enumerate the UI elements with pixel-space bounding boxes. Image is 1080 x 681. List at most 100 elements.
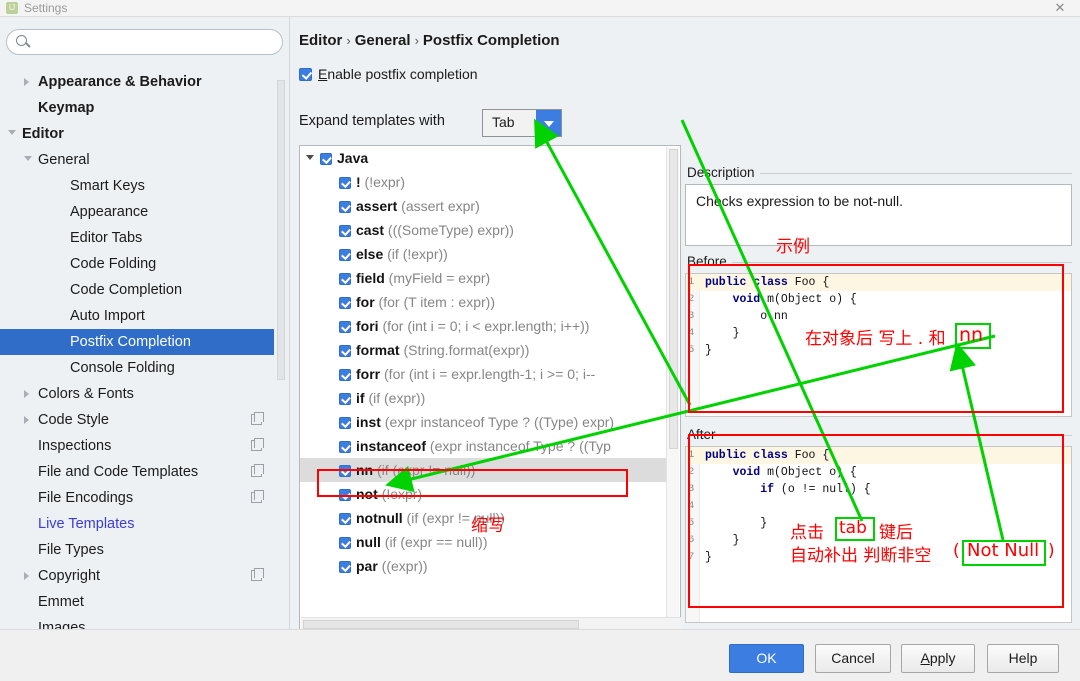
template-row[interactable]: cast (((SomeType) expr)) [300, 218, 668, 242]
template-row[interactable]: null (if (expr == null)) [300, 530, 668, 554]
sidebar-item-smart-keys[interactable]: Smart Keys [0, 173, 274, 199]
template-row[interactable]: format (String.format(expr)) [300, 338, 668, 362]
sidebar-item-editor[interactable]: Editor [0, 121, 274, 147]
template-checkbox[interactable] [339, 441, 351, 453]
template-checkbox[interactable] [339, 561, 351, 573]
template-row[interactable]: par ((expr)) [300, 554, 668, 578]
templates-hscrollbar-thumb[interactable] [303, 620, 579, 629]
sidebar-item-editor-tabs[interactable]: Editor Tabs [0, 225, 274, 251]
chevron-down-icon[interactable] [306, 155, 314, 160]
after-code-line: 4 [686, 498, 1071, 515]
template-checkbox[interactable] [339, 225, 351, 237]
sidebar-item-console-folding[interactable]: Console Folding [0, 355, 274, 381]
template-checkbox[interactable] [339, 249, 351, 261]
template-checkbox[interactable] [339, 417, 351, 429]
enable-postfix-completion-row[interactable]: Enable postfix completion [299, 66, 478, 88]
sidebar-scrollbar[interactable] [276, 72, 286, 642]
template-example: (if (expr)) [364, 390, 426, 406]
chevron-right-icon[interactable] [24, 390, 29, 398]
expand-templates-value: Tab [492, 114, 515, 130]
copy-settings-icon[interactable] [251, 490, 264, 503]
copy-settings-icon[interactable] [251, 464, 264, 477]
copy-settings-icon[interactable] [251, 438, 264, 451]
template-row[interactable]: nn (if (expr != null)) [300, 458, 668, 482]
sidebar-item-appearance[interactable]: Appearance [0, 199, 274, 225]
sidebar-item-file-and-code-templates[interactable]: File and Code Templates [0, 459, 274, 485]
breadcrumb-part-editor[interactable]: Editor [299, 32, 342, 49]
breadcrumb-part-general[interactable]: General [355, 32, 411, 49]
search-box[interactable] [6, 29, 283, 55]
templates-vscrollbar[interactable] [666, 147, 679, 632]
template-row[interactable]: forr (for (int i = expr.length-1; i >= 0… [300, 362, 668, 386]
pane-divider[interactable] [289, 17, 290, 629]
sidebar-item-general[interactable]: General [0, 147, 274, 173]
template-example: (((SomeType) expr)) [384, 222, 514, 238]
template-checkbox[interactable] [339, 513, 351, 525]
template-checkbox[interactable] [339, 345, 351, 357]
template-name: else [356, 246, 384, 262]
template-checkbox[interactable] [339, 465, 351, 477]
search-input[interactable] [35, 33, 275, 52]
chevron-right-icon[interactable] [24, 78, 29, 86]
template-row[interactable]: notnull (if (expr != null)) [300, 506, 668, 530]
sidebar-item-auto-import[interactable]: Auto Import [0, 303, 274, 329]
template-row[interactable]: if (if (expr)) [300, 386, 668, 410]
sidebar-item-live-templates[interactable]: Live Templates [0, 511, 274, 537]
template-checkbox[interactable] [339, 177, 351, 189]
chevron-right-icon[interactable] [24, 572, 29, 580]
expand-templates-select[interactable]: Tab [482, 109, 562, 137]
template-name: notnull [356, 510, 403, 526]
sidebar-item-file-encodings[interactable]: File Encodings [0, 485, 274, 511]
sidebar-item-inspections[interactable]: Inspections [0, 433, 274, 459]
sidebar-item-code-folding[interactable]: Code Folding [0, 251, 274, 277]
template-checkbox[interactable] [339, 273, 351, 285]
template-checkbox[interactable] [339, 489, 351, 501]
sidebar-item-keymap[interactable]: Keymap [0, 95, 274, 121]
sidebar-item-code-style[interactable]: Code Style [0, 407, 274, 433]
template-checkbox[interactable] [339, 393, 351, 405]
settings-content: Editor › General › Postfix Completion Enable… [292, 17, 1080, 632]
template-group-java[interactable]: Java [300, 146, 668, 170]
ok-button[interactable]: OK [729, 644, 804, 673]
group-checkbox[interactable] [320, 153, 332, 165]
chevron-down-icon[interactable] [536, 110, 561, 136]
enable-postfix-completion-checkbox[interactable] [299, 68, 312, 81]
template-checkbox[interactable] [339, 321, 351, 333]
sidebar-item-copyright[interactable]: Copyright [0, 563, 274, 589]
template-example: (for (T item : expr)) [374, 294, 495, 310]
help-button[interactable]: Help [987, 644, 1059, 673]
cancel-button[interactable]: Cancel [815, 644, 891, 673]
template-row[interactable]: field (myField = expr) [300, 266, 668, 290]
apply-button[interactable]: Apply [901, 644, 975, 673]
sidebar-item-appearance-behavior[interactable]: Appearance & Behavior [0, 69, 274, 95]
template-row[interactable]: for (for (T item : expr)) [300, 290, 668, 314]
code-text: public class Foo { [705, 276, 830, 289]
sidebar-item-code-completion[interactable]: Code Completion [0, 277, 274, 303]
template-row[interactable]: inst (expr instanceof Type ? ((Type) exp… [300, 410, 668, 434]
template-row[interactable]: ! (!expr) [300, 170, 668, 194]
template-checkbox[interactable] [339, 537, 351, 549]
template-row[interactable]: not (!expr) [300, 482, 668, 506]
copy-settings-icon[interactable] [251, 568, 264, 581]
after-caption: After [685, 427, 721, 442]
template-row[interactable]: instanceof (expr instanceof Type ? ((Typ [300, 434, 668, 458]
template-row[interactable]: assert (assert expr) [300, 194, 668, 218]
template-checkbox[interactable] [339, 201, 351, 213]
template-checkbox[interactable] [339, 297, 351, 309]
sidebar-item-emmet[interactable]: Emmet [0, 589, 274, 615]
template-row[interactable]: fori (for (int i = 0; i < expr.length; i… [300, 314, 668, 338]
template-example: (assert expr) [397, 198, 480, 214]
sidebar-item-colors-fonts[interactable]: Colors & Fonts [0, 381, 274, 407]
templates-vscrollbar-thumb[interactable] [669, 149, 678, 449]
template-row[interactable]: else (if (!expr)) [300, 242, 668, 266]
sidebar-item-file-types[interactable]: File Types [0, 537, 274, 563]
sidebar-scrollbar-thumb[interactable] [277, 80, 285, 380]
chevron-down-icon[interactable] [8, 130, 16, 135]
chevron-right-icon[interactable] [24, 416, 29, 424]
postfix-templates-list[interactable]: Java! (!expr) assert (assert expr) cast ((… [299, 145, 681, 632]
close-icon[interactable]: ✕ [1048, 0, 1072, 17]
template-checkbox[interactable] [339, 369, 351, 381]
copy-settings-icon[interactable] [251, 412, 264, 425]
chevron-down-icon[interactable] [24, 156, 32, 161]
sidebar-item-postfix-completion[interactable]: Postfix Completion [0, 329, 274, 355]
